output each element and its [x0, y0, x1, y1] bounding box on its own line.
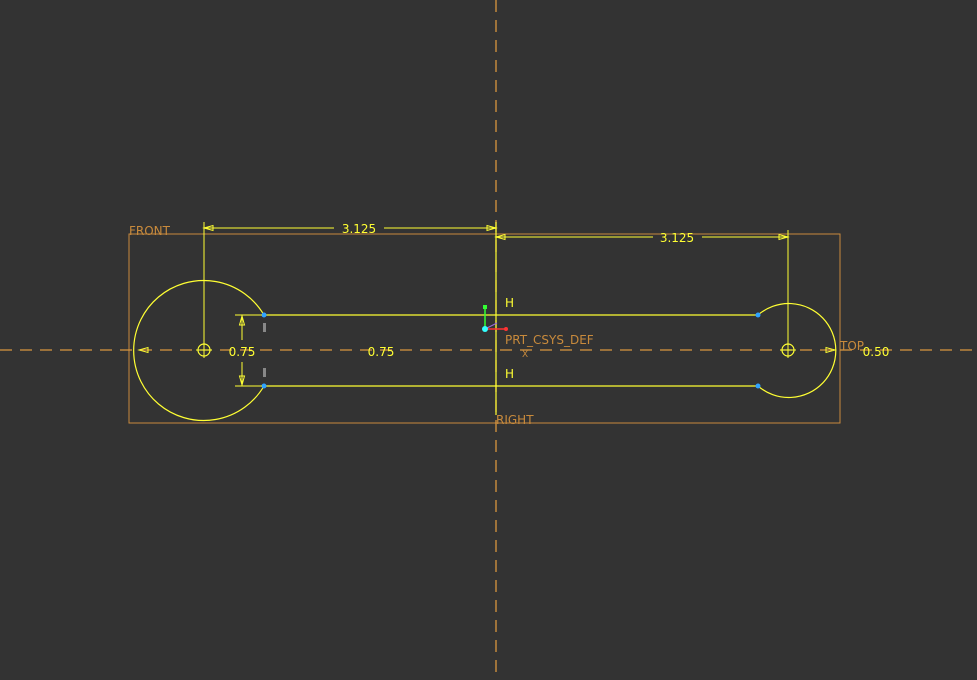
symmetry-mark [263, 368, 266, 377]
dimension-right-span[interactable]: 3.125 [494, 230, 790, 344]
dimension-left-span-value[interactable]: 3.125 [342, 222, 376, 236]
datum-front-label: FRONT [129, 224, 171, 238]
endpoint[interactable] [755, 383, 761, 389]
dimension-right-span-value[interactable]: 3.125 [660, 231, 694, 245]
dimension-left-span[interactable]: 3.125 [202, 222, 498, 344]
endpoint[interactable] [261, 312, 267, 318]
dimension-right-diameter-value[interactable]: 0.50 [863, 345, 890, 359]
sketch-canvas[interactable]: FRONT TOP RIGHT 3.125 3.125 0.75 0.75 0.… [0, 0, 977, 680]
symmetry-mark [263, 323, 266, 332]
dimension-center-height-value[interactable]: 0.75 [368, 345, 395, 359]
dimension-left-height-value[interactable]: 0.75 [229, 345, 256, 359]
endpoint[interactable] [261, 383, 267, 389]
datum-top-label: TOP [839, 339, 864, 353]
csys-label: PRT_CSYS_DEF [505, 333, 594, 347]
dimension-left-height[interactable]: 0.75 [229, 314, 262, 387]
csys-x-label: X [522, 350, 528, 360]
constraint-horizontal-upper[interactable]: H [505, 296, 514, 310]
constraint-horizontal-lower[interactable]: H [505, 367, 514, 381]
endpoint[interactable] [755, 312, 761, 318]
datum-right-label: RIGHT [496, 413, 534, 427]
